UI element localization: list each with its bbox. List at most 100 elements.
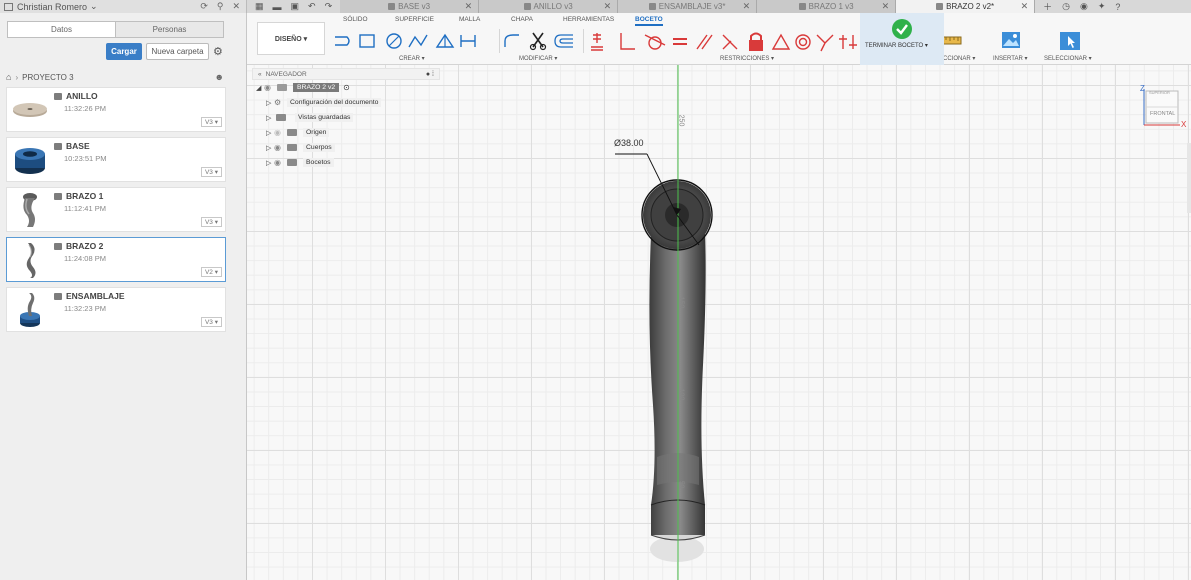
- finish-sketch-label[interactable]: TERMINAR BOCETO ▾: [865, 42, 928, 49]
- chevron-right-icon: ›: [15, 72, 19, 82]
- version-badge[interactable]: V3 ▾: [200, 117, 222, 127]
- expand-triangle-icon[interactable]: ▷: [266, 99, 274, 107]
- user-area: Christian Romero ⌄ ⟳ ⚲ ✕: [0, 0, 247, 13]
- eye-icon[interactable]: ◉: [274, 143, 287, 152]
- redo-icon[interactable]: ↷: [325, 1, 333, 12]
- expand-triangle-icon[interactable]: ▷: [266, 129, 274, 137]
- finish-sketch-area[interactable]: TERMINAR BOCETO ▾: [860, 13, 944, 65]
- version-badge[interactable]: V3 ▾: [200, 167, 222, 177]
- grid-menu-icon[interactable]: [4, 2, 13, 11]
- close-tab-icon[interactable]: ✕: [604, 1, 612, 12]
- folder-icon: [276, 114, 286, 121]
- view-cube[interactable]: Z X SUPERIOR FRONTAL: [1140, 84, 1186, 129]
- file-card-ensamblaje[interactable]: ENSAMBLAJE 11:32:23 PM V3 ▾: [6, 287, 226, 332]
- measure-icon[interactable]: [941, 31, 963, 49]
- browser-root-node[interactable]: ◢ ◉ BRAZO 2 v2 ⊙: [252, 80, 440, 95]
- group-create[interactable]: CREAR ▾: [399, 55, 425, 62]
- view-cube-top-label[interactable]: SUPERIOR: [1149, 90, 1170, 95]
- data-panel-tabs: Datos Personas: [7, 21, 224, 38]
- close-tab-icon[interactable]: ✕: [1021, 1, 1029, 12]
- history-icon[interactable]: ◷: [1062, 1, 1070, 12]
- doc-tab-anillo[interactable]: ANILLO v3 ✕: [479, 0, 619, 13]
- collapse-icon[interactable]: «: [258, 71, 262, 78]
- tab-mesh[interactable]: MALLA: [459, 16, 480, 23]
- file-menu-icon[interactable]: ▬: [273, 2, 282, 12]
- group-constraints[interactable]: RESTRICCIONES ▾: [720, 55, 774, 62]
- pin-icon[interactable]: ● ⁞: [426, 71, 434, 78]
- close-tab-icon[interactable]: ✕: [743, 1, 751, 12]
- gear-icon[interactable]: ⚙: [213, 46, 225, 58]
- folder-icon: [287, 144, 297, 151]
- home-icon[interactable]: ⌂: [6, 72, 11, 82]
- group-select[interactable]: SELECCIONAR ▾: [1044, 55, 1092, 62]
- apps-grid-icon[interactable]: ▦: [255, 1, 264, 12]
- doc-tab-base[interactable]: BASE v3 ✕: [340, 0, 480, 13]
- sketch-canvas[interactable]: Ø38.00 250 150 100 50 « NAVEGADOR ● ⁞ ◢ …: [247, 65, 1191, 580]
- file-card-base[interactable]: BASE 10:23:51 PM V3 ▾: [6, 137, 226, 182]
- tab-people[interactable]: Personas: [116, 22, 223, 37]
- activate-radio-icon[interactable]: ⊙: [343, 83, 350, 92]
- tab-surface[interactable]: SUPERFICIE: [395, 16, 434, 23]
- doc-tab-brazo2[interactable]: BRAZO 2 v2* ✕: [896, 0, 1036, 13]
- search-icon[interactable]: ⚲: [217, 1, 224, 12]
- ruler-label: 250: [677, 114, 685, 127]
- project-name[interactable]: PROYECTO 3: [22, 73, 73, 82]
- expand-triangle-icon[interactable]: ◢: [256, 84, 264, 92]
- close-tab-icon[interactable]: ✕: [882, 1, 890, 12]
- eye-icon[interactable]: ◉: [264, 83, 277, 92]
- check-circle-icon[interactable]: [891, 18, 913, 40]
- group-modify[interactable]: MODIFICAR ▾: [519, 55, 557, 62]
- chevron-down-icon[interactable]: ⌄: [90, 1, 98, 12]
- project-members-icon[interactable]: ☻: [215, 72, 224, 82]
- diameter-dimension[interactable]: Ø38.00: [614, 138, 644, 148]
- right-panel-handle[interactable]: [1187, 143, 1191, 213]
- file-card-brazo1[interactable]: BRAZO 1 11:12:41 PM V3 ▾: [6, 187, 226, 232]
- upload-button[interactable]: Cargar: [106, 43, 142, 60]
- select-icon[interactable]: [1059, 31, 1081, 51]
- file-time: 11:24:08 PM: [64, 254, 106, 263]
- browser-node-saved-views[interactable]: ▷ Vistas guardadas: [252, 110, 440, 125]
- tab-solid[interactable]: SÓLIDO: [343, 16, 368, 23]
- view-cube-front-label[interactable]: FRONTAL: [1150, 111, 1175, 117]
- constraint-tools[interactable]: [589, 31, 901, 53]
- tab-sheet-metal[interactable]: CHAPA: [511, 16, 533, 23]
- close-tab-icon[interactable]: ✕: [465, 1, 473, 12]
- new-folder-button[interactable]: Nueva carpeta: [146, 43, 209, 60]
- browser-node-doc-settings[interactable]: ▷ ⚙ Configuración del documento: [252, 95, 440, 110]
- eye-hidden-icon[interactable]: ◉: [274, 128, 287, 137]
- version-badge[interactable]: V3 ▾: [200, 217, 222, 227]
- file-card-anillo[interactable]: ANILLO 11:32:26 PM V3 ▾: [6, 87, 226, 132]
- insert-image-icon[interactable]: [1001, 31, 1021, 49]
- browser-node-bodies[interactable]: ▷ ◉ Cuerpos: [252, 140, 440, 155]
- notifications-icon[interactable]: ✦: [1098, 1, 1106, 12]
- user-name[interactable]: Christian Romero: [17, 2, 87, 12]
- tab-data[interactable]: Datos: [8, 22, 116, 37]
- file-time: 10:23:51 PM: [64, 154, 107, 163]
- expand-triangle-icon[interactable]: ▷: [266, 114, 274, 122]
- refresh-icon[interactable]: ⟳: [200, 1, 208, 12]
- online-icon[interactable]: ◉: [1080, 1, 1088, 12]
- expand-triangle-icon[interactable]: ▷: [266, 159, 274, 167]
- eye-icon[interactable]: ◉: [274, 158, 287, 167]
- new-tab-icon[interactable]: ＋: [1043, 0, 1052, 13]
- modify-tools[interactable]: [503, 31, 579, 51]
- browser-header[interactable]: « NAVEGADOR ● ⁞: [252, 68, 440, 80]
- file-card-brazo2[interactable]: BRAZO 2 11:24:08 PM V2 ▾: [6, 237, 226, 282]
- doc-tab-ensamblaje[interactable]: ENSAMBLAJE v3* ✕: [618, 0, 758, 13]
- create-tools[interactable]: [333, 31, 499, 51]
- group-insert[interactable]: INSERTAR ▾: [993, 55, 1027, 62]
- version-badge[interactable]: V2 ▾: [200, 267, 222, 277]
- version-badge[interactable]: V3 ▾: [200, 317, 222, 327]
- help-icon[interactable]: ?: [1115, 2, 1120, 12]
- undo-icon[interactable]: ↶: [308, 1, 316, 12]
- doc-tab-brazo1[interactable]: BRAZO 1 v3 ✕: [757, 0, 897, 13]
- close-icon[interactable]: ✕: [232, 1, 240, 12]
- workspace-switcher[interactable]: DISEÑO ▾: [257, 22, 325, 55]
- expand-triangle-icon[interactable]: ▷: [266, 144, 274, 152]
- tab-sketch[interactable]: BOCETO: [635, 16, 663, 26]
- browser-node-origin[interactable]: ▷ ◉ Origen: [252, 125, 440, 140]
- browser-node-sketches[interactable]: ▷ ◉ Bocetos: [252, 155, 440, 170]
- tab-tools[interactable]: HERRAMIENTAS: [563, 16, 614, 23]
- cube-icon: [936, 3, 944, 10]
- save-icon[interactable]: ▣: [291, 1, 300, 12]
